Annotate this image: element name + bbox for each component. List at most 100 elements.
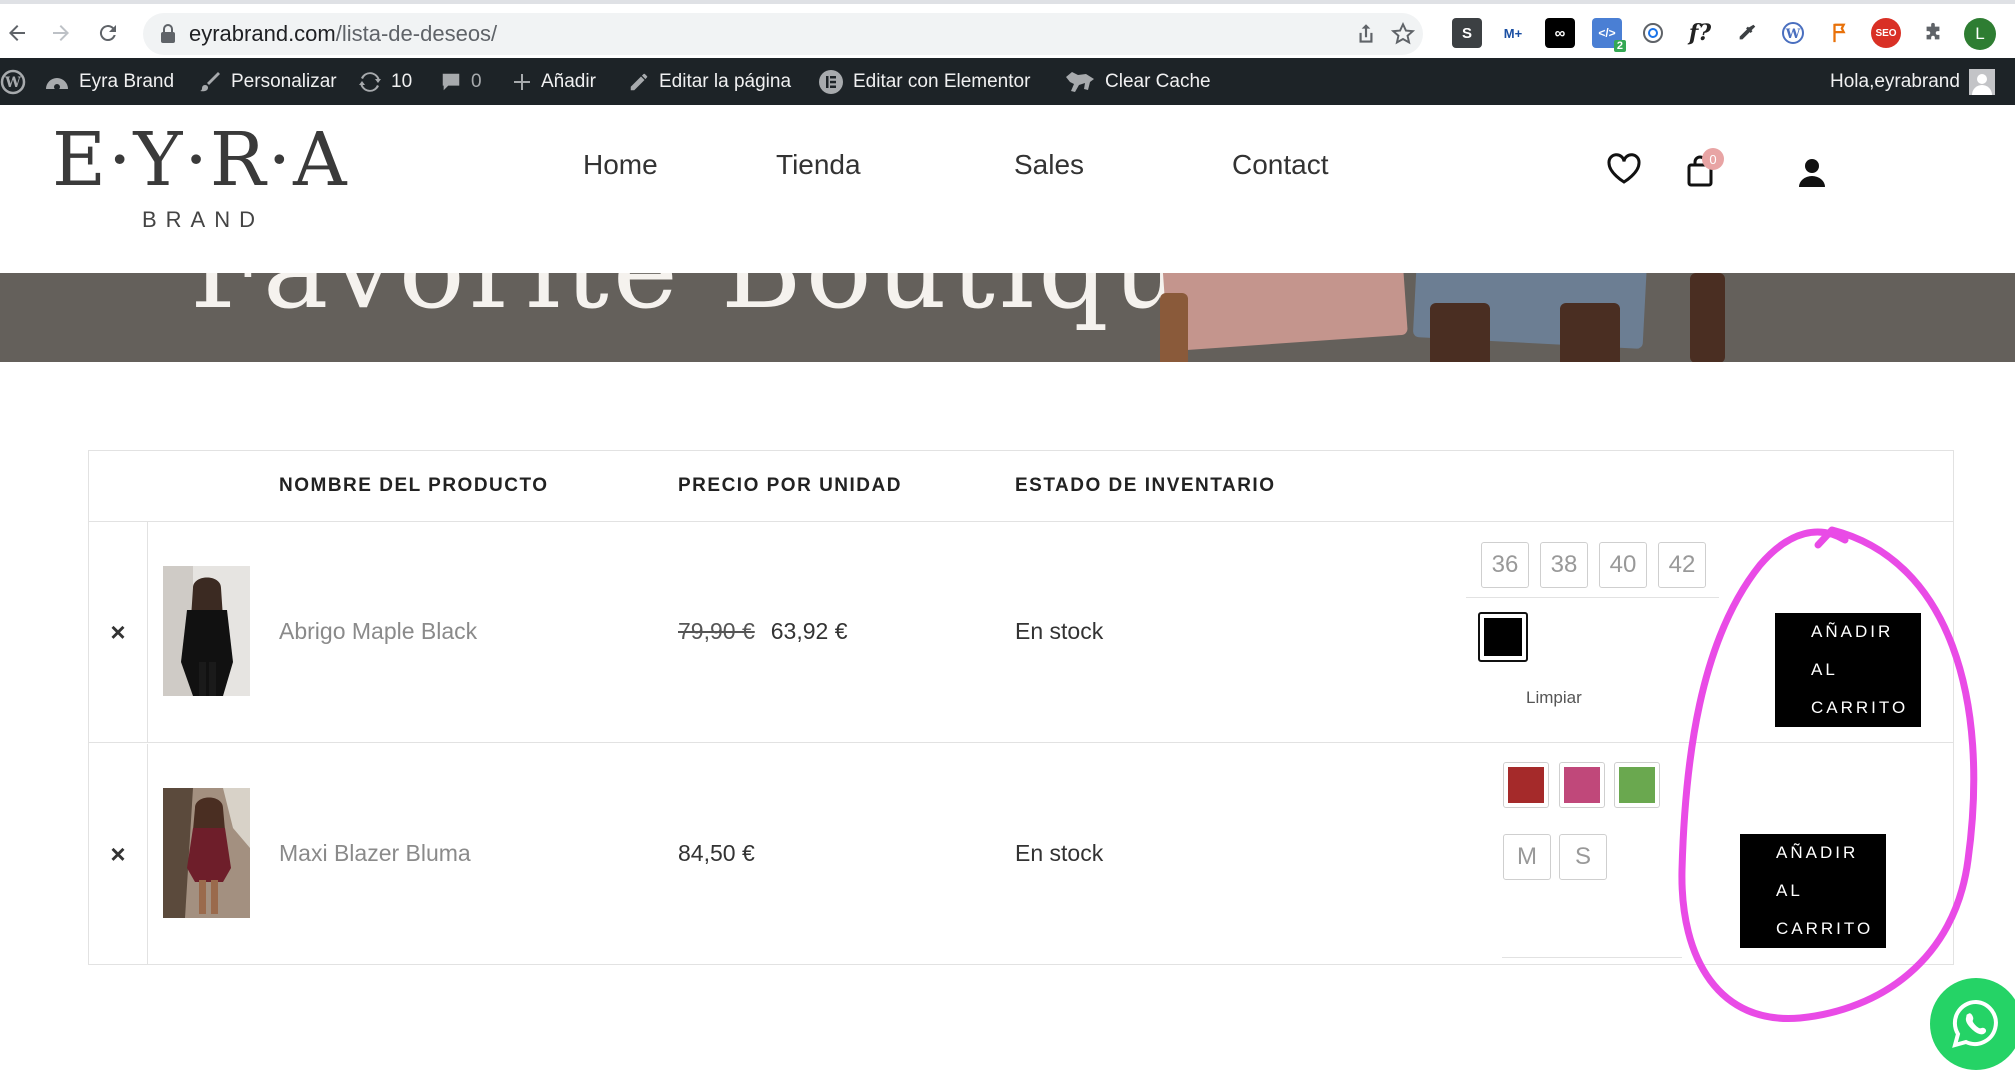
admin-clear-cache[interactable]: Clear Cache [1064,58,1211,105]
admin-site-name[interactable]: Eyra Brand [44,58,174,105]
admin-add-new[interactable]: Añadir [512,58,596,105]
extension-flag-icon[interactable] [1825,18,1855,48]
admin-customize[interactable]: Personalizar [198,58,337,105]
admin-edit-elementor[interactable]: Editar con Elementor [818,58,1030,105]
remove-item-button[interactable]: × [89,522,148,742]
menu-contact[interactable]: Contact [1232,149,1329,181]
color-swatch-green[interactable] [1614,762,1660,808]
add-to-cart-button[interactable]: AÑADIR AL CARRITO [1775,613,1921,727]
extension-s-icon[interactable]: S [1452,18,1482,48]
hero-model-arm-2 [1690,273,1725,362]
size-swatch-40[interactable]: 40 [1599,542,1647,588]
size-swatch-s[interactable]: S [1559,834,1607,880]
site-header: E·Y·R·A BRAND Home Tienda Sales Contact … [0,105,2015,273]
clear-selection-link[interactable]: Limpiar [1526,688,1582,708]
clear-cache-label: Clear Cache [1105,70,1211,92]
updates-icon [359,71,381,92]
size-swatch-38[interactable]: 38 [1540,542,1588,588]
column-unit-price: PRECIO POR UNIDAD [678,475,902,496]
hero-title: Favorite Boutique [190,273,1257,333]
extension-code-icon[interactable]: 2 </> [1592,18,1626,52]
price-current: 84,50 € [678,840,755,866]
svg-text:W: W [1785,27,1801,42]
wordpress-logo-icon[interactable]: W [0,58,26,105]
edit-elementor-label: Editar con Elementor [853,70,1031,92]
extension-eyedropper-icon[interactable] [1732,18,1762,48]
column-stock-status: ESTADO DE INVENTARIO [1015,475,1276,496]
comment-bubble-icon [442,73,460,90]
product-name-link[interactable]: Abrigo Maple Black [279,618,477,645]
forward-icon[interactable] [44,16,78,50]
size-swatch-m[interactable]: M [1503,834,1551,880]
username-label: eyrabrand [1874,70,1960,92]
hero-model-leg [1430,303,1490,362]
extension-font-icon[interactable]: f? [1685,18,1715,48]
admin-account[interactable]: Hola, eyrabrand [1830,58,1995,105]
greeting-label: Hola, [1830,70,1875,92]
extension-wordpress-icon[interactable]: W [1778,18,1808,48]
user-avatar-icon [1968,68,1995,95]
admin-edit-page[interactable]: Editar la página [628,58,791,105]
product-name-link[interactable]: Maxi Blazer Bluma [279,840,471,867]
hero-model-arm [1160,293,1188,362]
stock-status: En stock [1015,618,1104,644]
whatsapp-icon [1952,999,1998,1048]
share-icon[interactable] [1353,21,1379,47]
url-text: eyrabrand.com/lista-de-deseos/ [189,21,498,46]
admin-comments[interactable]: 0 [440,58,482,105]
account-user-icon[interactable] [1797,157,1827,187]
customize-label: Personalizar [231,70,337,92]
pencil-icon [630,73,648,90]
menu-sales[interactable]: Sales [1014,149,1084,181]
product-thumbnail[interactable] [163,788,250,918]
extension-m-icon[interactable]: M+ [1498,18,1528,48]
wishlist-heart-icon[interactable] [1606,153,1642,185]
browser-toolbar: eyrabrand.com/lista-de-deseos/ S M+ ∞ 2 <… [0,0,2015,58]
color-swatch-pink[interactable] [1559,762,1605,808]
extension-target-icon[interactable] [1638,18,1668,48]
lock-icon [161,24,175,43]
brush-icon [200,71,220,91]
admin-updates[interactable]: 10 [358,58,412,105]
color-swatch-black[interactable] [1478,612,1528,662]
color-swatch-red[interactable] [1503,762,1549,808]
menu-home[interactable]: Home [583,149,658,181]
wishlist-table-header: NOMBRE DEL PRODUCTO PRECIO POR UNIDAD ES… [89,451,1953,522]
cheetah-icon [1066,71,1094,92]
dashboard-icon [46,77,68,90]
bookmark-star-icon[interactable] [1390,21,1416,47]
hero-banner: Favorite Boutique [0,273,2015,362]
address-bar[interactable]: eyrabrand.com/lista-de-deseos/ [143,13,1423,55]
price-current: 63,92 € [770,618,848,644]
logo[interactable]: E·Y·R·A [52,117,349,203]
updates-count: 10 [391,70,413,92]
column-product-name: NOMBRE DEL PRODUCTO [279,475,549,496]
logo-subtitle: BRAND [142,207,265,232]
whatsapp-chat-button[interactable] [1930,978,2015,1070]
extension-infinity-icon[interactable]: ∞ [1545,18,1575,48]
hero-model-leg-2 [1560,303,1620,362]
table-row: × Abrigo Maple Black 79,90 € 63,92 € En s… [89,522,1953,743]
variation-swatch-group: M S [1502,744,1682,958]
stock-status: En stock [1015,840,1104,866]
profile-avatar[interactable]: L [1964,18,1996,50]
plus-icon [514,73,530,90]
extensions-puzzle-icon[interactable] [1918,18,1948,48]
add-to-cart-button[interactable]: AÑADIR AL CARRITO [1740,834,1886,948]
elementor-icon [819,69,843,94]
size-swatch-42[interactable]: 42 [1658,542,1706,588]
wp-admin-bar: W Eyra Brand Personalizar 10 0 Añadir Ed… [0,58,2015,105]
extension-seo-icon[interactable]: SEO [1871,18,1901,48]
product-price: 84,50 € [678,840,755,867]
product-thumbnail[interactable] [163,566,250,696]
size-swatch-36[interactable]: 36 [1481,542,1529,588]
price-old: 79,90 € [678,618,755,644]
svg-text:W: W [4,75,21,91]
add-new-label: Añadir [541,70,596,92]
reload-icon[interactable] [91,16,125,50]
edit-page-label: Editar la página [659,70,792,92]
cart-count-badge: 0 [1702,148,1724,170]
back-icon[interactable] [0,16,34,50]
remove-item-button[interactable]: × [89,744,148,965]
menu-tienda[interactable]: Tienda [776,149,861,181]
